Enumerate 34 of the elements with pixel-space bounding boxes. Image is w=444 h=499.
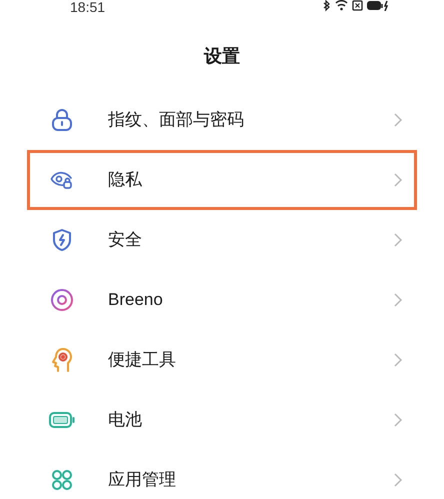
- chevron-icon: [394, 473, 402, 487]
- lock-icon: [51, 108, 73, 132]
- settings-item[interactable]: 隐私: [27, 150, 417, 210]
- item-label: 应用管理: [108, 469, 177, 492]
- settings-item[interactable]: 便捷工具: [27, 330, 417, 390]
- no-sim-icon: [352, 0, 363, 11]
- item-label: Breeno: [108, 289, 164, 312]
- settings-item[interactable]: 应用管理: [27, 450, 417, 499]
- settings-item[interactable]: 电池: [27, 390, 417, 450]
- shield-bolt-icon: [52, 228, 72, 252]
- item-label: 便捷工具: [108, 349, 177, 372]
- chevron-icon: [394, 113, 402, 127]
- item-label: 电池: [108, 409, 143, 432]
- status-time: 18:51: [70, 0, 106, 12]
- page-title: 设置: [204, 44, 240, 68]
- wifi-icon: [335, 0, 348, 11]
- chevron-icon: [394, 233, 402, 247]
- chevron-icon: [394, 413, 402, 427]
- chevron-icon: [394, 353, 402, 367]
- item-label: 指纹、面部与密码: [108, 109, 245, 132]
- battery-icon: [49, 412, 75, 428]
- ring-icon: [50, 288, 74, 312]
- item-label: 安全: [108, 229, 143, 252]
- head-icon: [51, 347, 73, 373]
- apps-icon: [51, 469, 73, 491]
- item-label: 隐私: [108, 169, 143, 192]
- settings-item[interactable]: Breeno: [27, 270, 417, 330]
- chevron-icon: [394, 173, 402, 187]
- eye-lock-icon: [50, 170, 74, 190]
- settings-item[interactable]: 安全: [27, 210, 417, 270]
- battery-charging-icon: [367, 0, 389, 11]
- settings-item[interactable]: 指纹、面部与密码: [27, 90, 417, 150]
- chevron-icon: [394, 293, 402, 307]
- bluetooth-icon: [323, 0, 331, 12]
